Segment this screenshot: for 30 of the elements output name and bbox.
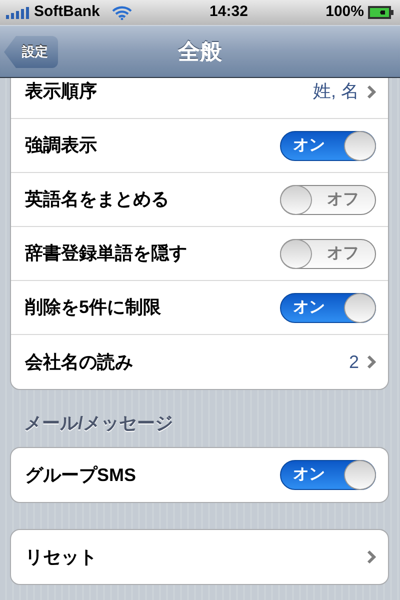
- toggle-switch[interactable]: オン: [280, 460, 376, 490]
- clock: 14:32: [210, 2, 248, 22]
- carrier-name: SoftBank: [34, 2, 100, 22]
- settings-row[interactable]: 表示順序 姓, 名: [11, 78, 388, 119]
- row-label: グループSMS: [25, 464, 138, 486]
- toggle-switch[interactable]: オフ: [280, 238, 376, 268]
- chevron-icon: [367, 550, 376, 564]
- toggle-switch[interactable]: オフ: [280, 184, 376, 214]
- battery-percent: 100%: [326, 2, 364, 22]
- row-label: 削除を5件に制限: [25, 296, 162, 319]
- signal-icon: [6, 6, 30, 18]
- back-button[interactable]: 設定: [4, 36, 58, 68]
- row-label: 辞書登録単語を隠す: [25, 242, 188, 265]
- row-value: 姓, 名: [312, 80, 359, 103]
- battery-charging-icon: [368, 6, 394, 19]
- chevron-icon: [367, 355, 376, 369]
- row-value: 2: [348, 350, 359, 374]
- row-label: 表示順序: [25, 80, 98, 103]
- chevron-icon: [367, 84, 376, 98]
- toggle-switch[interactable]: オン: [280, 130, 376, 160]
- wifi-icon: [112, 6, 132, 20]
- nav-title: 全般: [178, 38, 222, 66]
- row-label: 強調表示: [25, 134, 98, 157]
- row-label: 会社名の読み: [25, 350, 134, 374]
- row-label: 英語名をまとめる: [25, 188, 170, 211]
- toggle-switch[interactable]: オン: [280, 292, 376, 322]
- settings-row[interactable]: 会社名の読み 2: [11, 335, 388, 389]
- row-label: リセット: [25, 546, 98, 568]
- settings-row[interactable]: リセット: [11, 530, 388, 584]
- section-header: メール/メッセージ: [23, 412, 174, 435]
